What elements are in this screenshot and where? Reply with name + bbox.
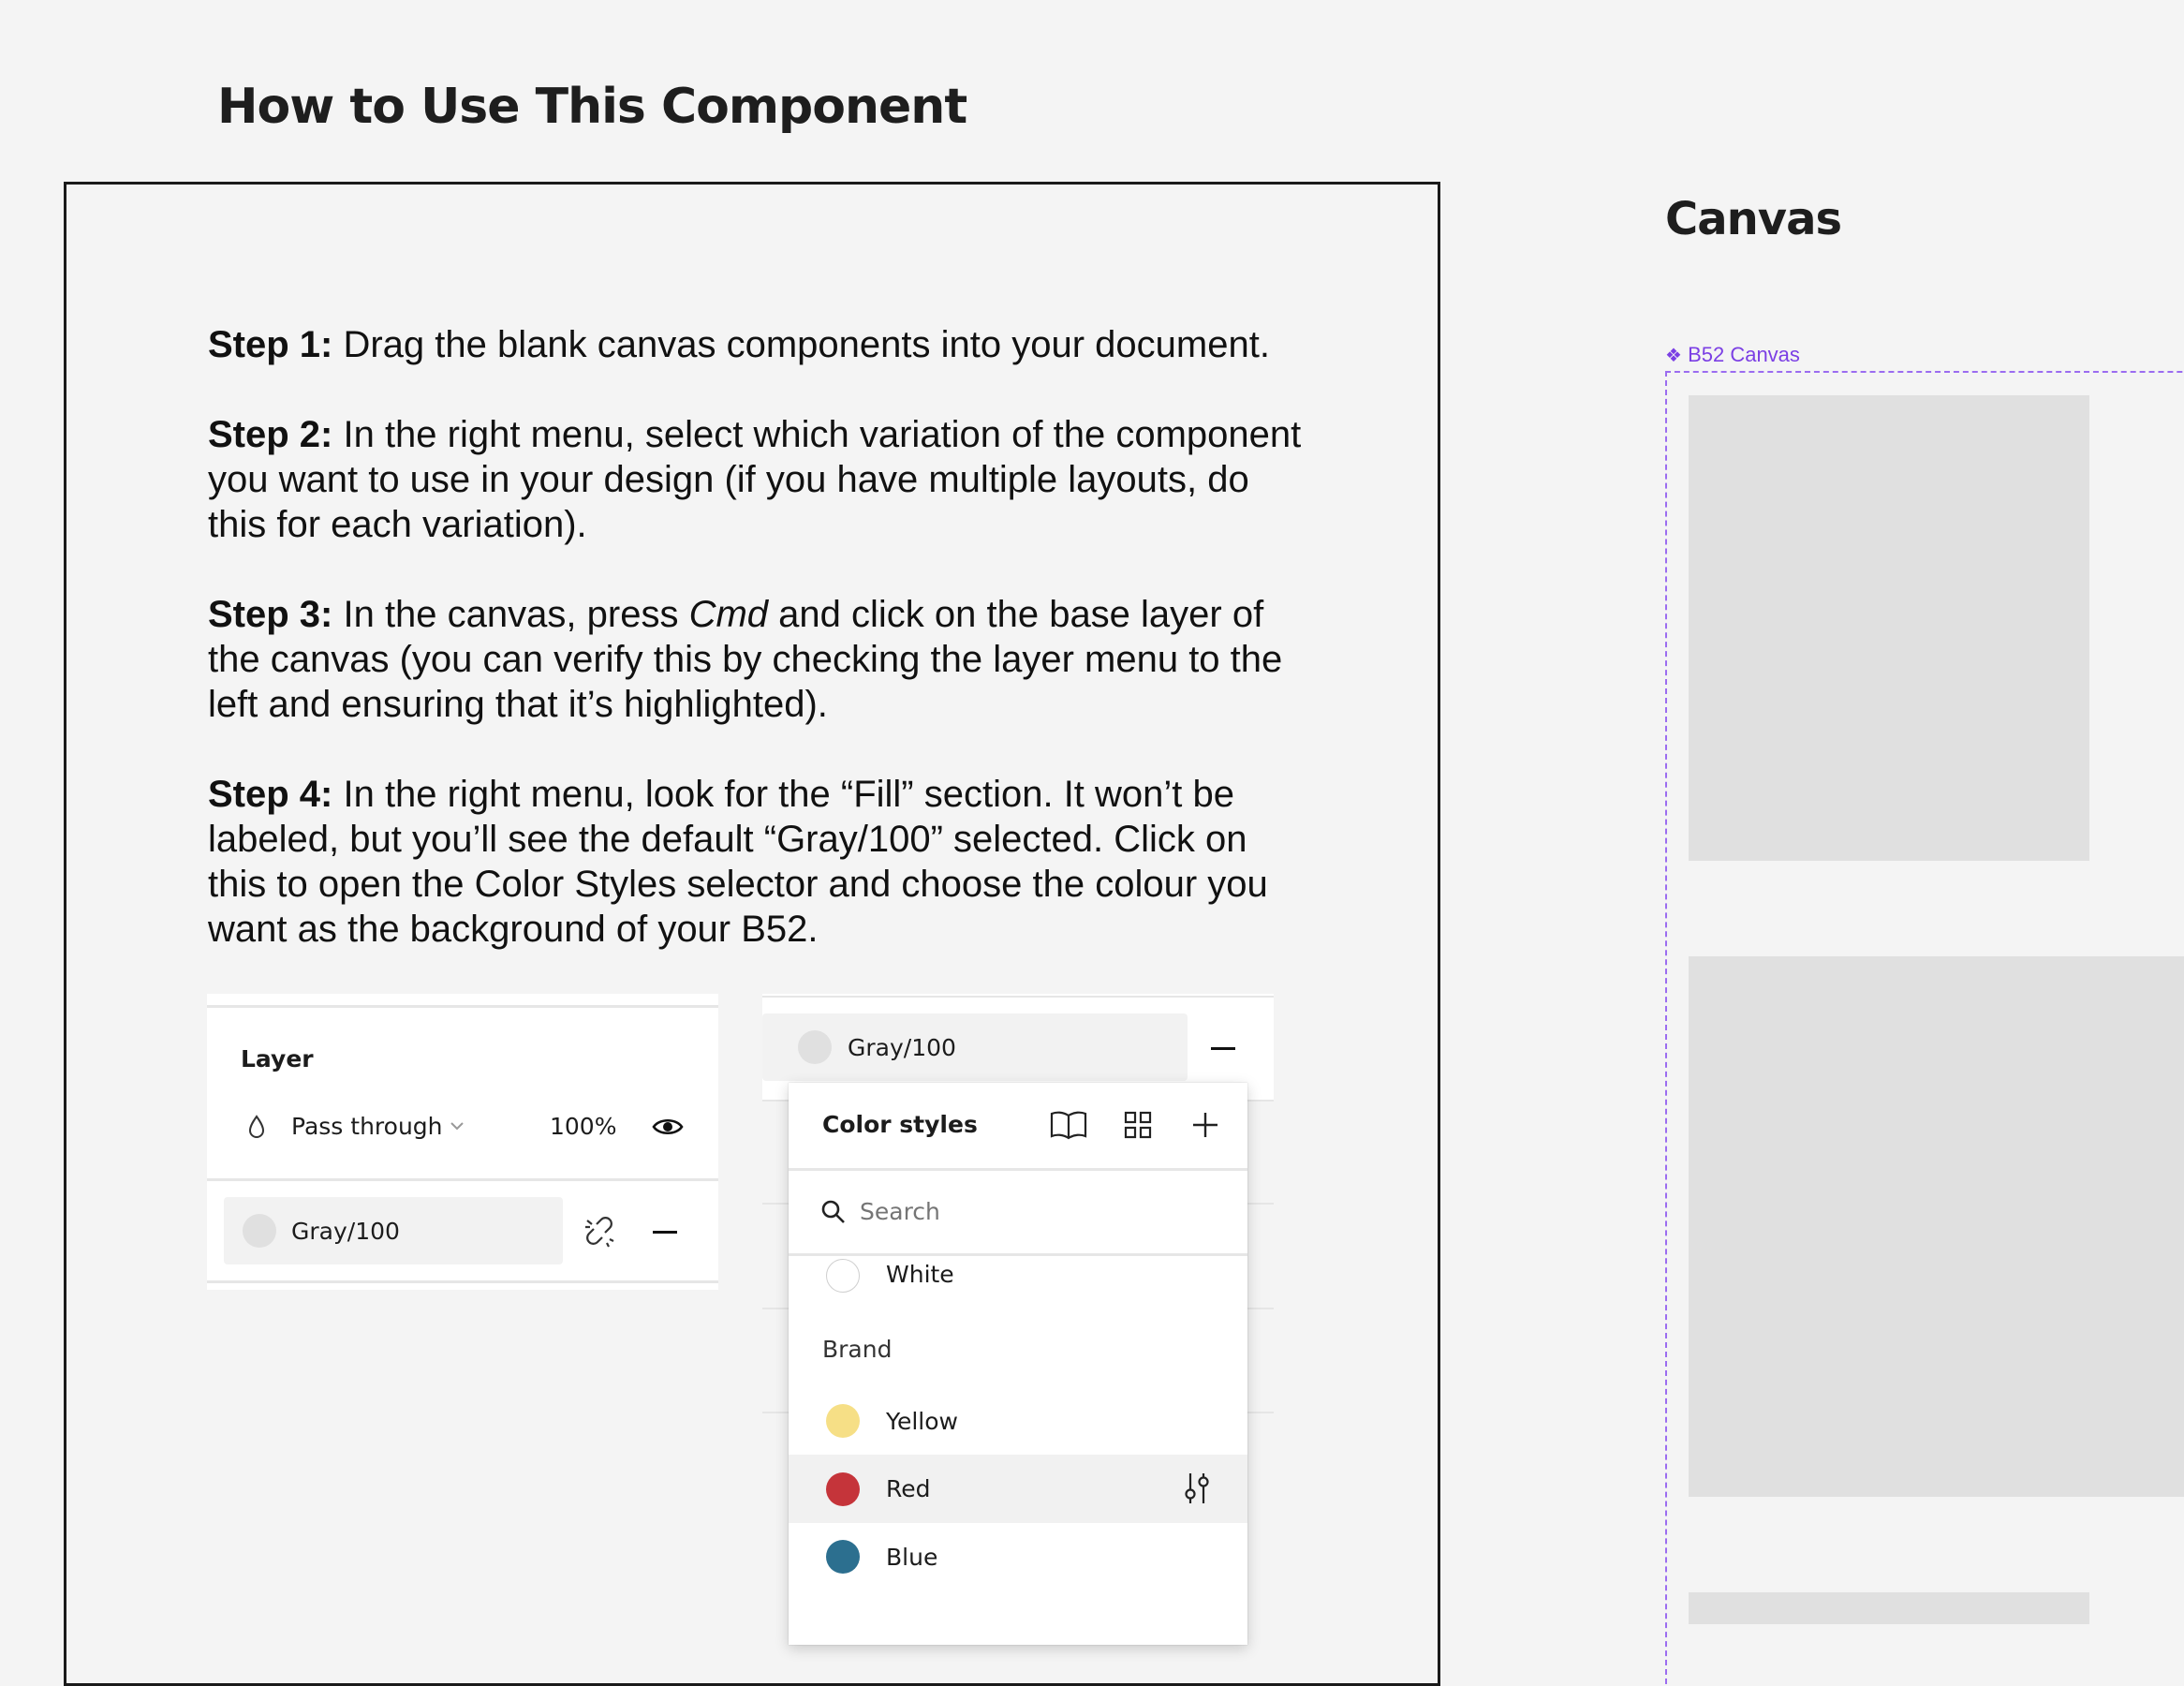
canvas-placeholder-1[interactable]	[1689, 395, 2089, 861]
color-style-item-white[interactable]: White	[789, 1255, 1247, 1311]
step-label: Step 1:	[208, 324, 333, 365]
fill-style-row[interactable]: Gray/100	[224, 1197, 563, 1264]
color-style-item-yellow[interactable]: Yellow	[789, 1387, 1247, 1455]
layer-panel-title: Layer	[241, 1045, 314, 1072]
step-4: Step 4: In the right menu, look for the …	[208, 772, 1304, 952]
remove-fill-icon[interactable]	[653, 1231, 677, 1234]
gray-swatch	[243, 1214, 276, 1248]
opacity-field[interactable]: 100%	[550, 1113, 616, 1140]
chevron-down-icon	[450, 1119, 465, 1131]
detach-style-icon[interactable]	[582, 1213, 617, 1249]
step-text: In the right menu, look for the “Fill” s…	[208, 774, 1268, 950]
step-label: Step 2:	[208, 414, 333, 455]
fill-style-name: Gray/100	[848, 1034, 956, 1061]
yellow-swatch	[826, 1404, 860, 1438]
color-style-name: Red	[886, 1475, 931, 1502]
search-icon	[820, 1199, 847, 1225]
color-style-name: White	[886, 1261, 954, 1288]
add-style-icon[interactable]	[1191, 1111, 1219, 1139]
gray-swatch	[798, 1030, 832, 1064]
color-style-item-red[interactable]: Red	[789, 1455, 1247, 1523]
step-2: Step 2: In the right menu, select which …	[208, 412, 1304, 547]
step-label: Step 3:	[208, 594, 333, 635]
divider	[762, 996, 1274, 998]
library-book-icon[interactable]	[1049, 1109, 1088, 1141]
blend-drop-icon	[246, 1114, 267, 1140]
step-1: Step 1: Drag the blank canvas components…	[208, 322, 1304, 367]
step-text: In the right menu, select which variatio…	[208, 414, 1302, 545]
steps-list: Step 1: Drag the blank canvas components…	[208, 322, 1304, 997]
remove-fill-icon[interactable]	[1211, 1047, 1235, 1050]
page-title: How to Use This Component	[217, 79, 967, 135]
step-3: Step 3: In the canvas, press Cmd and cli…	[208, 592, 1304, 727]
grid-view-icon[interactable]	[1124, 1111, 1152, 1139]
canvas-placeholder-2[interactable]	[1689, 956, 2184, 1497]
blue-swatch	[826, 1540, 860, 1574]
color-style-name: Blue	[886, 1544, 938, 1571]
edit-style-sliders-icon[interactable]	[1182, 1472, 1212, 1505]
fill-style-row[interactable]: Gray/100	[762, 1013, 1188, 1081]
divider	[789, 1168, 1247, 1171]
layer-panel: Layer Pass through 100% Gray/100	[207, 994, 718, 1290]
step-text-emphasis: Cmd	[688, 594, 769, 635]
color-style-name: Yellow	[886, 1408, 958, 1435]
component-icon: ❖	[1665, 346, 1682, 366]
step-text: In the canvas, press	[332, 594, 689, 635]
red-swatch	[826, 1472, 860, 1506]
canvas-placeholder-3[interactable]	[1689, 1592, 2089, 1624]
eye-icon[interactable]	[652, 1113, 684, 1141]
popover-title: Color styles	[822, 1111, 978, 1138]
color-styles-popover: Color styles White Brand Yellow Red Blue	[789, 1083, 1247, 1645]
blend-mode-select[interactable]: Pass through	[291, 1113, 443, 1140]
component-label[interactable]: ❖ B52 Canvas	[1665, 343, 1800, 367]
step-label: Step 4:	[208, 774, 333, 815]
fill-style-name: Gray/100	[291, 1218, 400, 1245]
divider	[207, 1178, 718, 1181]
divider	[207, 1005, 718, 1008]
style-group-brand: Brand	[822, 1336, 893, 1363]
component-name: B52 Canvas	[1688, 343, 1800, 366]
white-swatch	[826, 1259, 860, 1293]
canvas-section-title: Canvas	[1665, 193, 1842, 245]
divider	[207, 1280, 718, 1283]
color-style-item-blue[interactable]: Blue	[789, 1523, 1247, 1590]
search-input[interactable]	[860, 1191, 1216, 1231]
step-text: Drag the blank canvas components into yo…	[332, 324, 1270, 365]
